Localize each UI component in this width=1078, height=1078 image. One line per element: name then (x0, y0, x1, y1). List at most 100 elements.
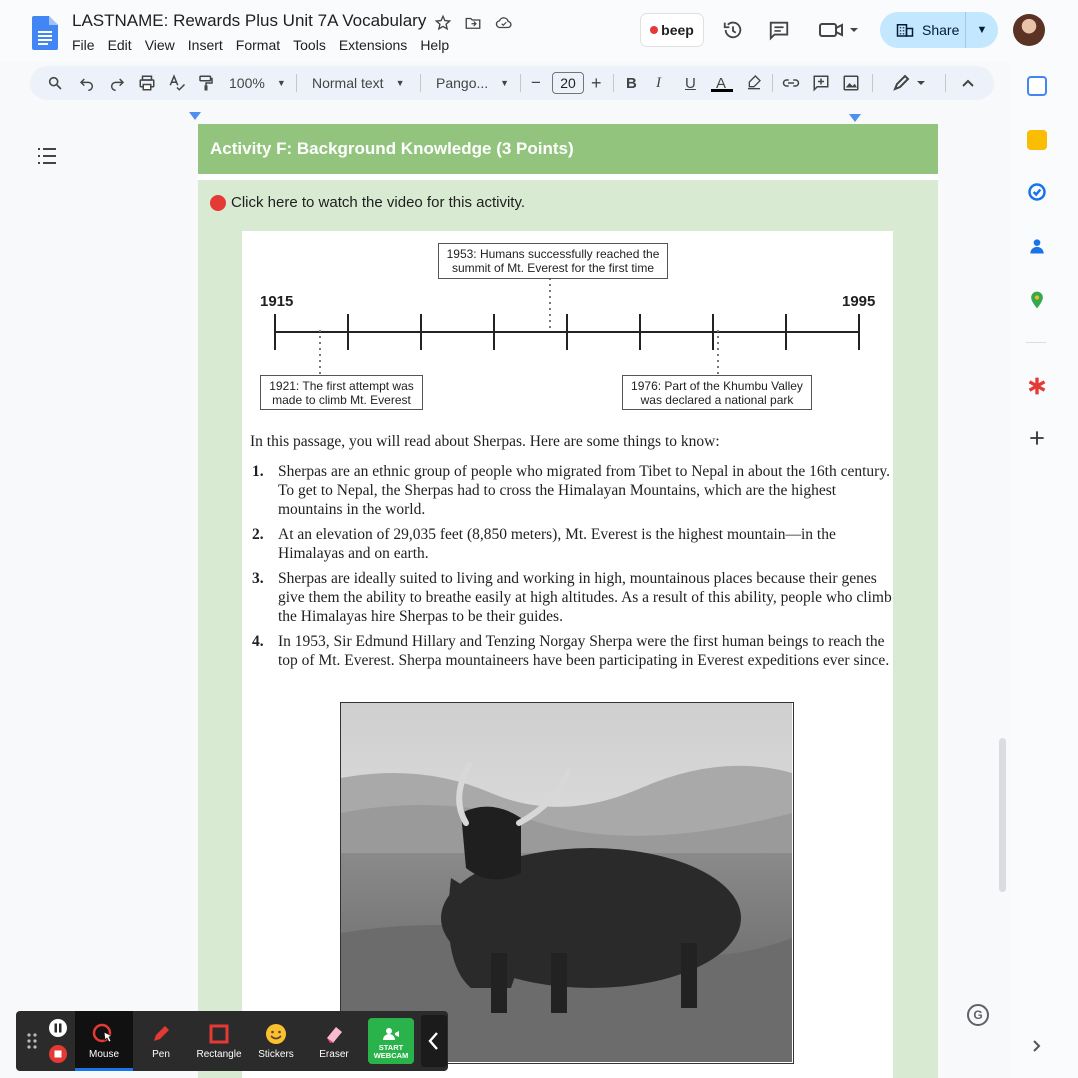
text-color-swatch (711, 89, 733, 92)
menu-file[interactable]: File (72, 37, 95, 53)
share-label: Share (922, 22, 960, 38)
menu-extensions[interactable]: Extensions (339, 37, 407, 53)
toolbar-divider (520, 74, 521, 92)
side-panel-divider (1026, 342, 1046, 343)
list-text: Sherpas are ideally suited to living and… (278, 570, 892, 625)
list-text: At an elevation of 29,035 feet (8,850 me… (278, 526, 836, 562)
stickers-tool-label: Stickers (258, 1049, 294, 1060)
underline-button[interactable]: U (685, 66, 696, 100)
bold-button[interactable]: B (626, 66, 637, 100)
user-avatar[interactable] (1013, 14, 1045, 46)
zoom-value: 100% (229, 75, 265, 91)
paragraph-style-value: Normal text (312, 75, 384, 91)
document-outline-icon[interactable] (36, 146, 58, 166)
drag-handle-icon[interactable] (26, 1032, 38, 1050)
start-webcam-button[interactable]: START WEBCAM (368, 1018, 414, 1064)
highlight-color-icon[interactable] (746, 74, 762, 90)
paint-format-icon[interactable] (197, 74, 215, 92)
eraser-tool[interactable]: Eraser (310, 1011, 358, 1071)
pen-tool-label: Pen (152, 1049, 170, 1060)
paragraph-style-select[interactable]: Normal text ▼ (312, 66, 405, 100)
version-history-icon[interactable] (722, 19, 744, 41)
redo-icon[interactable] (109, 75, 125, 91)
comments-icon[interactable] (768, 19, 790, 41)
toolbar-divider (872, 74, 873, 92)
maps-icon[interactable] (1027, 290, 1047, 310)
collapse-menus-icon[interactable] (961, 77, 975, 89)
vertical-scrollbar-thumb[interactable] (999, 738, 1006, 892)
print-icon[interactable] (138, 74, 156, 92)
spellcheck-icon[interactable] (168, 74, 186, 92)
beep-label: beep (661, 22, 694, 38)
undo-icon[interactable] (79, 75, 95, 91)
webcam-icon (383, 1028, 399, 1040)
list-number: 3. (252, 570, 264, 587)
side-panel (1010, 62, 1078, 1078)
editing-mode-icon[interactable] (892, 74, 928, 92)
cloud-saved-icon[interactable] (494, 14, 514, 32)
toolbar-divider (772, 74, 773, 92)
meet-camera-icon[interactable] (818, 20, 860, 40)
star-icon[interactable] (434, 14, 452, 32)
menu-help[interactable]: Help (420, 37, 449, 53)
list-number: 1. (252, 463, 264, 480)
show-side-panel-chevron-icon[interactable] (1030, 1039, 1044, 1053)
get-addons-plus-icon[interactable] (1027, 428, 1047, 448)
italic-button[interactable]: I (656, 66, 661, 100)
share-main[interactable]: Share (880, 12, 966, 48)
google-docs-logo-icon[interactable] (32, 16, 58, 50)
menu-view[interactable]: View (145, 37, 175, 53)
font-family-value: Pango... (436, 75, 489, 91)
add-comment-icon[interactable] (812, 74, 830, 92)
insert-image-icon[interactable] (842, 74, 860, 92)
smiley-sticker-icon (266, 1024, 286, 1044)
share-building-icon (896, 24, 914, 37)
grammarly-icon[interactable]: G (967, 1004, 989, 1026)
video-link[interactable]: Click here to watch the video for this a… (210, 194, 525, 211)
timeline-event-1953: 1953: Humans successfully reached the su… (438, 243, 668, 279)
menu-edit[interactable]: Edit (108, 37, 132, 53)
rectangle-tool[interactable]: Rectangle (190, 1011, 248, 1071)
calendar-icon[interactable] (1027, 76, 1047, 96)
collapse-toolbar-button[interactable] (421, 1015, 447, 1067)
list-number: 4. (252, 633, 264, 650)
video-link-text[interactable]: Click here to watch the video for this a… (231, 194, 525, 211)
addon-asterisk-icon[interactable] (1027, 376, 1047, 396)
contacts-icon[interactable] (1027, 236, 1047, 256)
mouse-tool-icon (92, 1023, 114, 1043)
increase-font-size-button[interactable]: + (591, 66, 602, 100)
pen-tool[interactable]: Pen (138, 1011, 184, 1071)
share-button[interactable]: Share ▼ (880, 12, 998, 48)
font-size-input[interactable]: 20 (552, 72, 584, 94)
text-color-button[interactable]: A (716, 66, 726, 100)
font-family-select[interactable]: Pango... ▼ (436, 66, 509, 100)
rectangle-tool-icon (209, 1024, 229, 1044)
yak-photo[interactable] (340, 702, 794, 1064)
mouse-tool[interactable]: Mouse (75, 1011, 133, 1071)
pen-tool-icon (154, 1026, 169, 1041)
toolbar-divider (613, 74, 614, 92)
stop-recording-icon[interactable] (48, 1044, 68, 1064)
menu-format[interactable]: Format (236, 37, 280, 53)
menu-tools[interactable]: Tools (293, 37, 326, 53)
beep-button[interactable]: beep (641, 14, 703, 46)
ruler-left-indent-marker[interactable] (189, 112, 201, 120)
decrease-font-size-button[interactable]: − (531, 66, 541, 100)
timeline-event-1921: 1921: The first attempt was made to clim… (260, 375, 423, 410)
share-dropdown-icon[interactable]: ▼ (966, 24, 998, 36)
search-menus-icon[interactable] (47, 75, 63, 91)
move-folder-icon[interactable] (464, 14, 482, 32)
list-number: 2. (252, 526, 264, 543)
ruler-right-indent-marker[interactable] (849, 114, 861, 122)
mouse-tool-label: Mouse (88, 1049, 119, 1060)
intro-text: In this passage, you will read about She… (250, 433, 720, 450)
stickers-tool[interactable]: Stickers (252, 1011, 300, 1071)
pause-recording-icon[interactable] (48, 1018, 68, 1038)
tasks-icon[interactable] (1027, 182, 1047, 202)
timeline-end-year: 1995 (842, 293, 876, 310)
document-title[interactable]: LASTNAME: Rewards Plus Unit 7A Vocabular… (72, 11, 426, 31)
keep-icon[interactable] (1027, 130, 1047, 150)
insert-link-icon[interactable] (782, 75, 800, 91)
menu-insert[interactable]: Insert (188, 37, 223, 53)
zoom-select[interactable]: 100% ▼ (229, 66, 286, 100)
